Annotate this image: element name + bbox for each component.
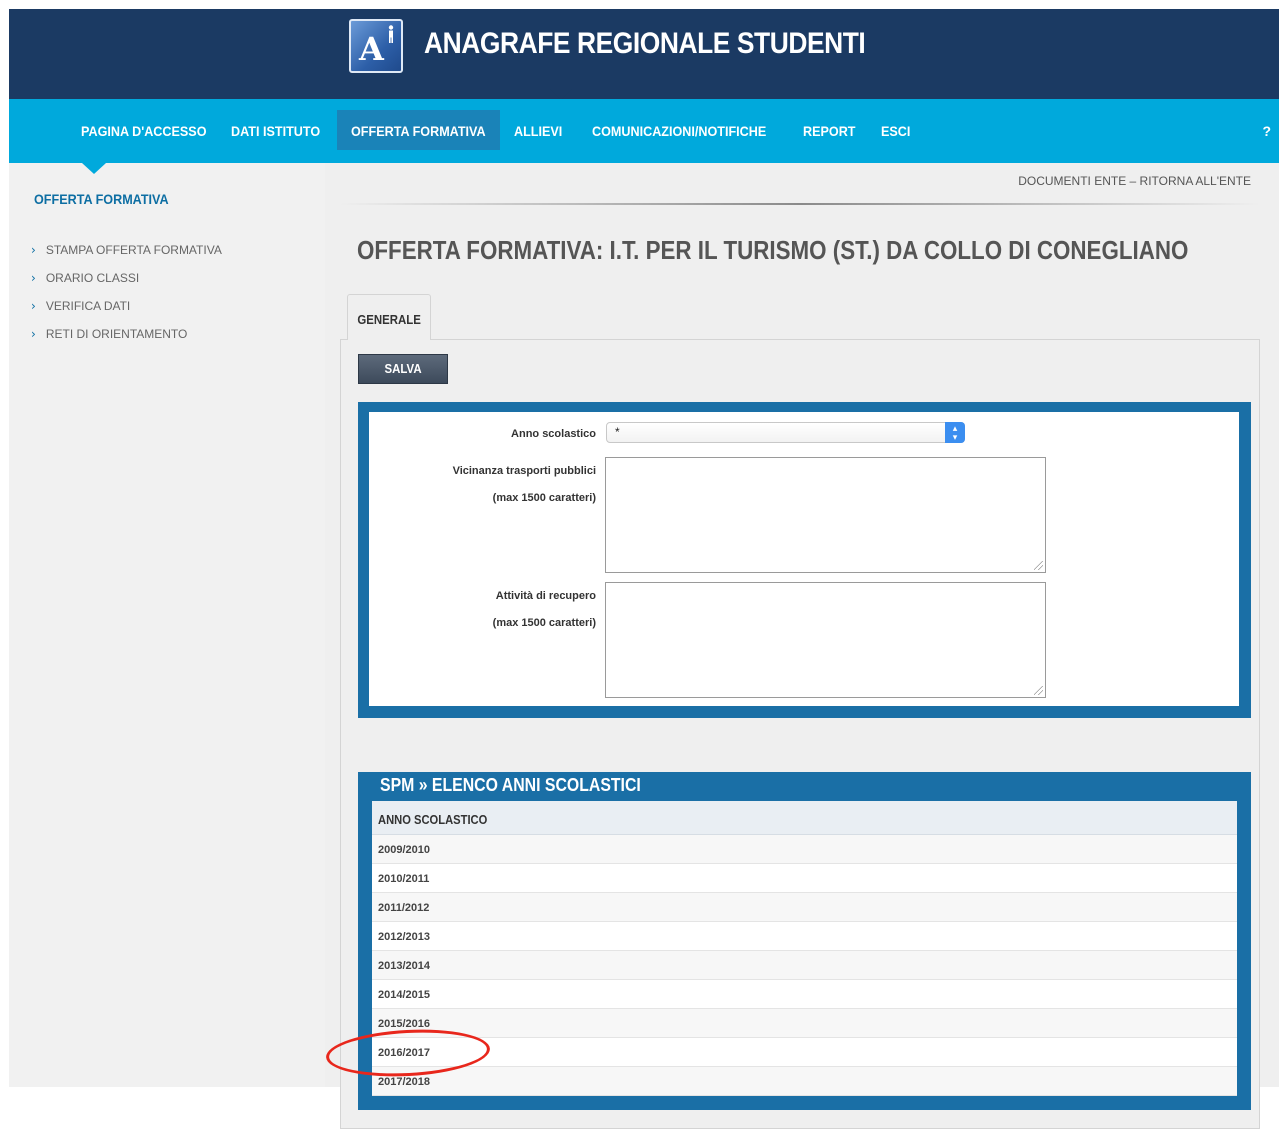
- nav-pagina-accesso[interactable]: PAGINA D'ACCESSO: [81, 99, 207, 163]
- recupero-hint: (max 1500 caratteri): [492, 617, 596, 629]
- table-cell[interactable]: 2009/2010: [378, 844, 430, 856]
- sidebar-item-stampa[interactable]: › STAMPA OFFERTA FORMATIVA: [31, 243, 222, 257]
- resize-grip-icon[interactable]: [1034, 686, 1043, 695]
- tab-label: GENERALE: [357, 312, 421, 327]
- sidebar-item-label: ORARIO CLASSI: [45, 271, 140, 285]
- trasporti-textarea[interactable]: [605, 457, 1046, 573]
- nav-allievi[interactable]: ALLIEVI: [514, 99, 562, 163]
- recupero-label: Attività di recupero: [495, 590, 596, 602]
- chevron-right-icon: ›: [31, 299, 36, 313]
- logo-letter: A: [359, 30, 384, 68]
- nav-report[interactable]: REPORT: [803, 99, 856, 163]
- tab-generale[interactable]: GENERALE: [347, 294, 431, 340]
- table-row[interactable]: 2012/2013: [372, 922, 1237, 951]
- sidebar-item-label: VERIFICA DATI: [45, 299, 131, 313]
- table-cell[interactable]: 2015/2016: [378, 1018, 430, 1030]
- trasporti-label: Vicinanza trasporti pubblici: [452, 465, 596, 477]
- anno-label: Anno scolastico: [511, 428, 596, 440]
- app-title: ANAGRAFE REGIONALE STUDENTI: [424, 27, 866, 60]
- anno-select-value: *: [615, 425, 620, 439]
- table-cell[interactable]: 2010/2011: [378, 873, 429, 885]
- anno-select[interactable]: * ▴ ▾: [606, 422, 965, 443]
- nav-pointer: [82, 163, 106, 174]
- table-cell[interactable]: 2012/2013: [378, 931, 430, 943]
- nav-esci[interactable]: ESCI: [881, 99, 910, 163]
- table-cell[interactable]: 2013/2014: [378, 960, 430, 972]
- table-row[interactable]: 2015/2016: [372, 1009, 1237, 1038]
- select-arrows-icon: ▴ ▾: [945, 422, 965, 443]
- trasporti-hint: (max 1500 caratteri): [492, 492, 596, 504]
- sidebar: OFFERTA FORMATIVA › STAMPA OFFERTA FORMAT…: [9, 163, 325, 1087]
- table-row[interactable]: 2014/2015: [372, 980, 1237, 1009]
- sidebar-item-orario[interactable]: › ORARIO CLASSI: [31, 271, 139, 285]
- table-cell[interactable]: 2017/2018: [378, 1076, 430, 1088]
- table-row[interactable]: 2011/2012: [372, 893, 1237, 922]
- page-title: OFFERTA FORMATIVA: I.T. PER IL TURISMO (…: [357, 235, 1189, 265]
- nav-dati-istituto[interactable]: DATI ISTITUTO: [231, 99, 320, 163]
- divider: [340, 203, 1260, 205]
- recupero-textarea[interactable]: [605, 582, 1046, 698]
- table-cell[interactable]: 2014/2015: [378, 989, 430, 1001]
- sidebar-item-label: RETI DI ORIENTAMENTO: [45, 327, 188, 341]
- chevron-right-icon: ›: [31, 327, 36, 341]
- table-header: ANNO SCOLASTICO: [372, 801, 1237, 835]
- sidebar-item-verifica[interactable]: › VERIFICA DATI: [31, 299, 130, 313]
- table-row[interactable]: 2010/2011: [372, 864, 1237, 893]
- sidebar-title: OFFERTA FORMATIVA: [34, 191, 169, 207]
- sidebar-item-reti[interactable]: › RETI DI ORIENTAMENTO: [31, 327, 187, 341]
- table-row[interactable]: 2009/2010: [372, 835, 1237, 864]
- resize-grip-icon[interactable]: [1034, 561, 1043, 570]
- save-button-label: SALVA: [384, 361, 422, 376]
- app-logo: A: [349, 19, 403, 73]
- chevron-right-icon: ›: [31, 243, 36, 257]
- sidebar-item-label: STAMPA OFFERTA FORMATIVA: [45, 243, 222, 257]
- anni-table: ANNO SCOLASTICO 2009/2010 2010/2011 2011…: [372, 801, 1237, 1096]
- chevron-right-icon: ›: [31, 271, 36, 285]
- table-cell[interactable]: 2011/2012: [378, 902, 429, 914]
- column-header-anno[interactable]: ANNO SCOLASTICO: [378, 812, 487, 827]
- anni-table-title: SPM » ELENCO ANNI SCOLASTICI: [380, 775, 641, 795]
- save-button[interactable]: SALVA: [358, 354, 448, 384]
- help-button[interactable]: ?: [1262, 99, 1271, 163]
- table-row[interactable]: 2013/2014: [372, 951, 1237, 980]
- top-links[interactable]: DOCUMENTI ENTE – RITORNA ALL'ENTE: [1018, 174, 1251, 188]
- nav-offerta-formativa[interactable]: OFFERTA FORMATIVA: [351, 99, 486, 163]
- table-row[interactable]: 2017/2018: [372, 1067, 1237, 1096]
- person-icon: [388, 25, 394, 43]
- nav-comunicazioni[interactable]: COMUNICAZIONI/NOTIFICHE: [592, 99, 766, 163]
- table-row[interactable]: 2016/2017: [372, 1038, 1237, 1067]
